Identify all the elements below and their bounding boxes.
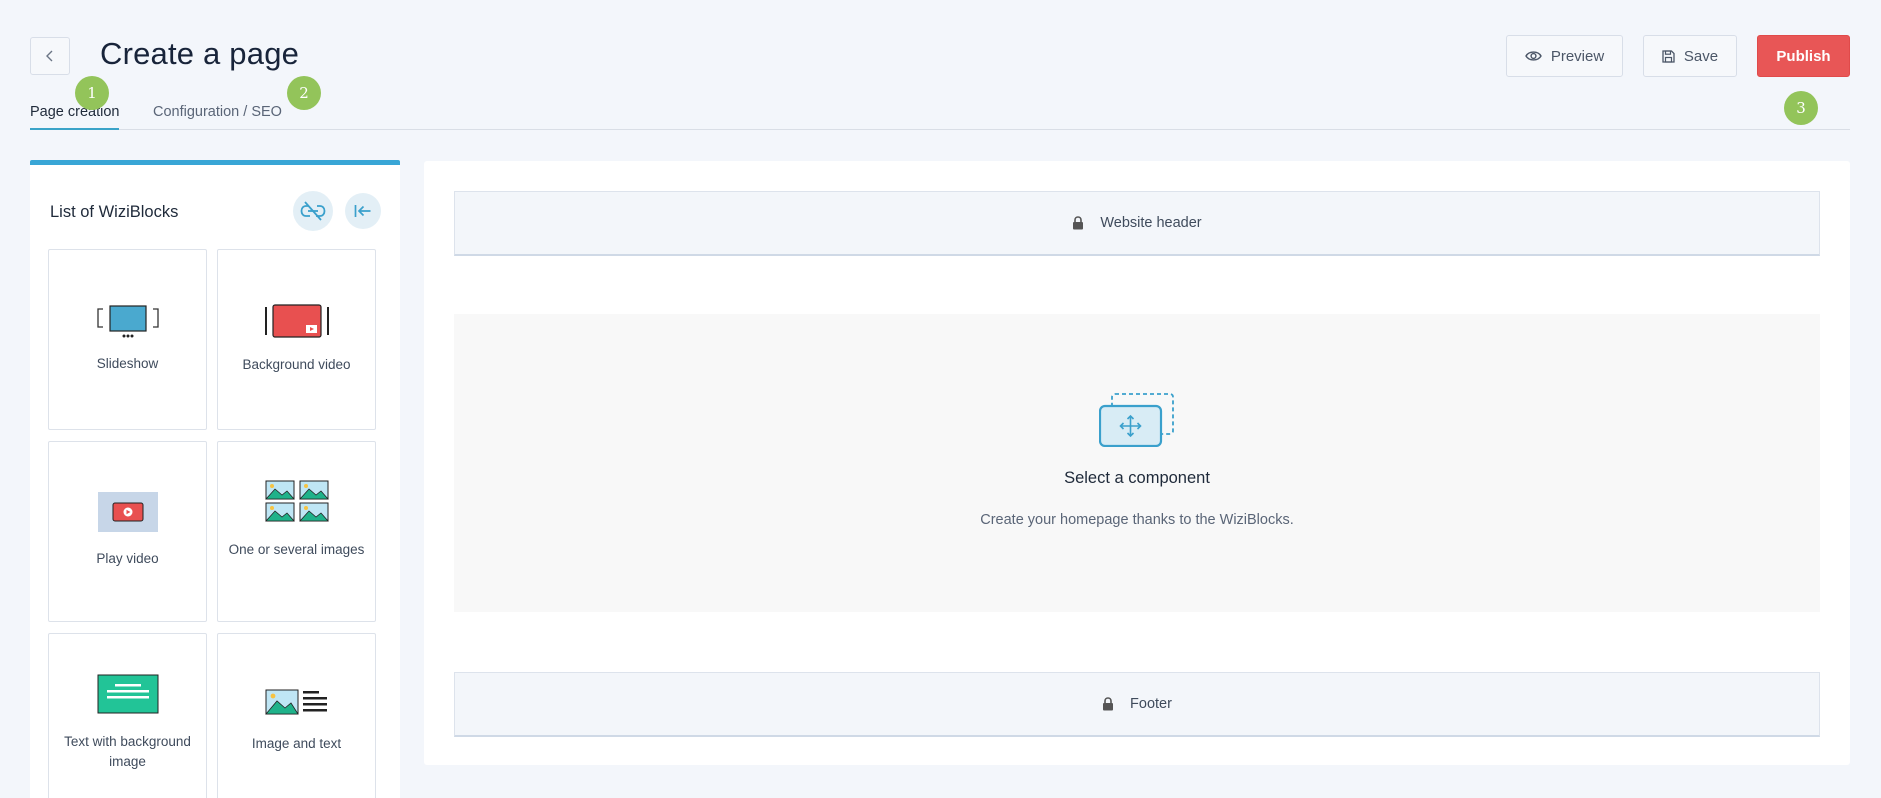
step-badge-3: 3 [1784,91,1818,125]
image-gallery-icon [264,480,329,522]
block-label: Play video [96,551,159,566]
unlink-button[interactable] [293,191,333,231]
chevron-left-icon [46,50,53,62]
block-slideshow[interactable]: Slideshow [48,249,207,430]
save-label: Save [1683,47,1719,65]
unlink-icon [300,201,326,221]
step-badge-1: 1 [75,76,109,110]
block-play-video[interactable]: Play video [48,441,207,622]
footer-label: Footer [1130,696,1172,712]
website-header-label: Website header [1100,215,1202,231]
image-and-text-icon [264,689,327,715]
preview-button[interactable]: Preview [1506,35,1623,77]
block-label: Background video [242,357,351,372]
footer-bar: Footer [454,672,1820,737]
save-button[interactable]: Save [1643,35,1737,77]
floppy-disk-icon [1662,49,1675,63]
block-label: One or several images [228,542,365,557]
block-one-or-several-images[interactable]: One or several images [217,441,376,622]
eye-icon [1525,51,1542,61]
publish-button[interactable]: Publish [1757,35,1850,77]
block-label: Image and text [251,736,342,751]
collapse-panel-button[interactable] [345,193,381,229]
block-background-video[interactable]: Background video [217,249,376,430]
block-image-and-text[interactable]: Image and text [217,633,376,798]
lock-icon [1103,697,1114,711]
block-label: Slideshow [96,356,159,371]
text-background-image-icon [97,674,158,714]
page-title: Create a page [100,36,300,71]
arrow-left-to-line-icon [354,205,371,217]
tab-page-creation[interactable]: Page creation [30,104,120,130]
play-video-icon [97,492,158,532]
block-text-with-background-image[interactable]: Text with background image [48,633,207,798]
back-button[interactable] [30,37,70,75]
wiziblocks-panel: List of WiziBlocks Slideshow Background … [30,160,400,798]
website-header-bar: Website header [454,191,1820,256]
block-label: Text with background image [64,734,191,769]
background-video-icon [264,304,329,338]
preview-label: Preview [1550,47,1605,65]
lock-icon [1073,216,1084,230]
drag-component-icon [1098,393,1174,448]
slideshow-icon [96,305,159,338]
step-badge-2: 2 [287,76,321,110]
dropzone-subtitle: Create your homepage thanks to the WiziB… [980,512,1294,528]
component-dropzone[interactable]: Select a component Create your homepage … [454,314,1820,612]
panel-title: List of WiziBlocks [50,203,179,221]
dropzone-title: Select a component [1064,469,1210,487]
tabs-divider [30,129,1850,130]
page-canvas: Website header Select a component Create… [424,161,1850,765]
tab-configuration-seo[interactable]: Configuration / SEO [153,104,282,128]
